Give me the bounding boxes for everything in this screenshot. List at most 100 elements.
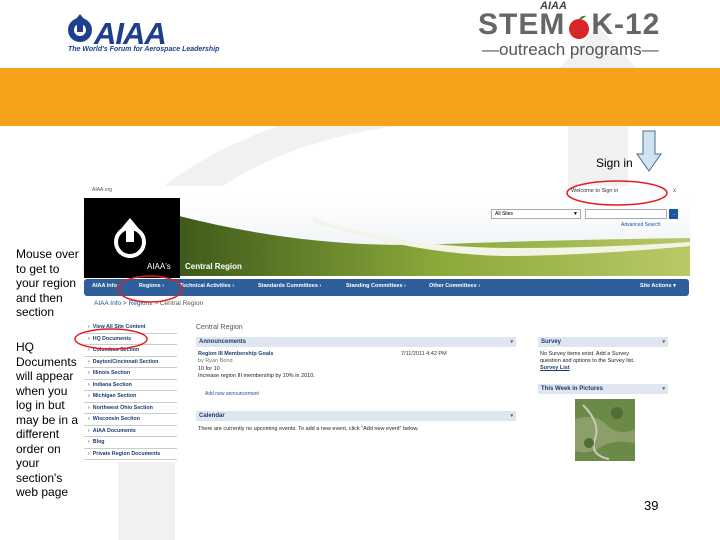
left-nav-item[interactable]: › Wisconsin Section <box>84 414 177 426</box>
survey-list-link[interactable]: Survey List <box>540 365 570 371</box>
aiaa-emblem-icon <box>68 14 92 42</box>
chevron-right-icon: › <box>88 381 90 388</box>
chevron-right-icon: › <box>88 450 90 457</box>
left-nav-label: Wisconsin Section <box>92 416 140 422</box>
nav-item-label: Technical Activities <box>180 283 231 289</box>
nav-item-label: AIAA Info <box>92 283 117 289</box>
announcement-title[interactable]: Region III Membership Goals <box>198 351 274 357</box>
announcements-title: Announcements <box>199 339 247 345</box>
survey-text-2: question and options to the Survey list. <box>540 358 635 364</box>
stem-title-left: STEM <box>478 8 566 41</box>
search-scope-select[interactable]: All Sites ▼ <box>491 209 581 219</box>
breadcrumb: AIAA Info > Regions > Central Region <box>94 300 203 307</box>
search-input[interactable] <box>585 209 667 219</box>
sign-in-callout: Sign in <box>596 156 633 170</box>
site-sign-in-link[interactable]: Welcome to Sign in <box>571 188 618 194</box>
site-nav-bar: AIAA Info › Regions › Technical Activiti… <box>84 279 689 296</box>
nav-item-label: Other Committees <box>429 283 477 289</box>
left-nav-item[interactable]: › Blog <box>84 437 177 449</box>
survey-list-link-text: Survey List <box>540 365 570 371</box>
left-nav-label: Indiana Section <box>92 381 132 388</box>
left-nav-item[interactable]: › Michigan Section <box>84 391 177 403</box>
chevron-right-icon: › <box>88 427 90 434</box>
left-nav-label: Michigan Section <box>92 393 137 399</box>
left-nav-label: Illinois Section <box>92 370 131 376</box>
left-nav-item[interactable]: › Dayton/Cincinnati Section <box>84 357 177 368</box>
search-go-button[interactable]: → <box>669 209 678 219</box>
chevron-right-icon: › <box>88 416 90 422</box>
chevron-right-icon: › <box>88 324 90 330</box>
left-nav-label: Northwest Ohio Section <box>92 404 153 411</box>
nav-standing-committees[interactable]: Standing Committees › <box>346 283 406 289</box>
week-picture-image[interactable] <box>575 399 635 461</box>
breadcrumb-separator: > <box>121 300 129 307</box>
chevron-right-icon: › <box>88 335 90 342</box>
stem-subtitle: —outreach programs— <box>482 40 659 59</box>
page-title: Central Region <box>196 324 243 331</box>
left-nav-item[interactable]: › Private Region Documents <box>84 449 177 460</box>
close-icon[interactable]: x <box>673 188 676 194</box>
pictures-header: This Week in Pictures ▾ <box>538 384 668 394</box>
orange-header-band <box>0 68 720 126</box>
apple-icon <box>569 15 589 39</box>
nav-item-label: Regions <box>139 283 161 289</box>
left-nav-item[interactable]: › AIAA Documents <box>84 426 177 437</box>
advanced-search-link[interactable]: Advanced Search <box>621 222 660 228</box>
stem-k12-logo: AIAA STEM K-12 —outreach programs— <box>478 0 659 62</box>
left-nav-label: View All Site Content <box>92 324 146 330</box>
aiaa-emblem-icon <box>114 218 146 258</box>
left-nav-label: Columbus Section <box>92 347 140 353</box>
add-announcement-link[interactable]: Add new announcement <box>205 391 259 397</box>
announcement-author: by Ryan Bond <box>198 358 233 364</box>
chevron-right-icon: › <box>88 393 90 399</box>
breadcrumb-regions[interactable]: Regions <box>129 300 153 307</box>
embedded-website-screenshot: AIAA.org Welcome to Sign in x All Sites … <box>83 186 690 462</box>
left-nav-item[interactable]: › Columbus Section <box>84 345 177 357</box>
chevron-down-icon[interactable]: ▾ <box>510 337 513 347</box>
left-nav-label: AIAA Documents <box>92 427 136 434</box>
left-nav-label: Blog <box>92 439 105 445</box>
nav-item-label: Site Actions <box>640 283 672 289</box>
site-top-link[interactable]: AIAA.org <box>92 187 112 193</box>
site-left-nav: › View All Site Content › HQ Documents › Co… <box>84 322 177 460</box>
announcements-header: Announcements ▾ <box>196 337 516 347</box>
announcement-title-text: Region III Membership Goals <box>198 351 274 357</box>
survey-header: Survey ▾ <box>538 337 668 347</box>
search-scope-value: All Sites <box>495 211 514 217</box>
left-nav-label: Dayton/Cincinnati Section <box>92 358 159 365</box>
chevron-down-icon[interactable]: ▾ <box>510 411 513 421</box>
nav-standards-committees[interactable]: Standards Committees › <box>258 283 321 289</box>
survey-text-1: No Survey items exist. Add a Survey <box>540 351 629 357</box>
aiaa-tagline: The World's Forum for Aerospace Leadersh… <box>68 46 220 53</box>
calendar-header: Calendar ▾ <box>196 411 516 421</box>
nav-aiaa-info[interactable]: AIAA Info › <box>92 283 120 289</box>
calendar-title: Calendar <box>199 413 225 419</box>
left-nav-item[interactable]: › Northwest Ohio Section <box>84 403 177 414</box>
left-nav-item[interactable]: › Indiana Section <box>84 380 177 391</box>
pictures-title: This Week in Pictures <box>541 386 603 392</box>
chevron-down-icon: ▼ <box>573 211 578 217</box>
nav-technical-activities[interactable]: Technical Activities › <box>180 283 234 289</box>
chevron-down-icon[interactable]: ▾ <box>662 337 665 347</box>
aiaa-logo: AIAA The World's Forum for Aerospace Lea… <box>66 12 219 60</box>
announcement-line-2: Increase region III membership by 10% in… <box>198 373 315 379</box>
nav-site-actions[interactable]: Site Actions ▾ <box>640 283 676 289</box>
left-nav-item[interactable]: › View All Site Content <box>84 322 177 334</box>
left-nav-item-hq-documents[interactable]: › HQ Documents <box>84 334 177 345</box>
down-arrow-icon <box>636 130 662 172</box>
chevron-right-icon: › <box>88 439 90 445</box>
breadcrumb-root[interactable]: AIAA Info <box>94 300 121 307</box>
site-banner-title: Central Region <box>185 262 242 271</box>
left-nav-label: Private Region Documents <box>92 450 161 457</box>
nav-regions[interactable]: Regions › <box>139 283 164 289</box>
chevron-right-icon: › <box>88 358 90 365</box>
left-nav-label: HQ Documents <box>92 335 132 342</box>
left-nav-item[interactable]: › Illinois Section <box>84 368 177 380</box>
breadcrumb-current: Central Region <box>159 300 204 307</box>
hq-documents-note: HQ Documents will appear when you log in… <box>16 340 79 499</box>
aerial-photo-graphic <box>575 399 635 461</box>
nav-other-committees[interactable]: Other Committees › <box>429 283 480 289</box>
survey-title: Survey <box>541 339 562 345</box>
chevron-down-icon[interactable]: ▾ <box>662 384 665 394</box>
nav-item-label: Standing Committees <box>346 283 403 289</box>
